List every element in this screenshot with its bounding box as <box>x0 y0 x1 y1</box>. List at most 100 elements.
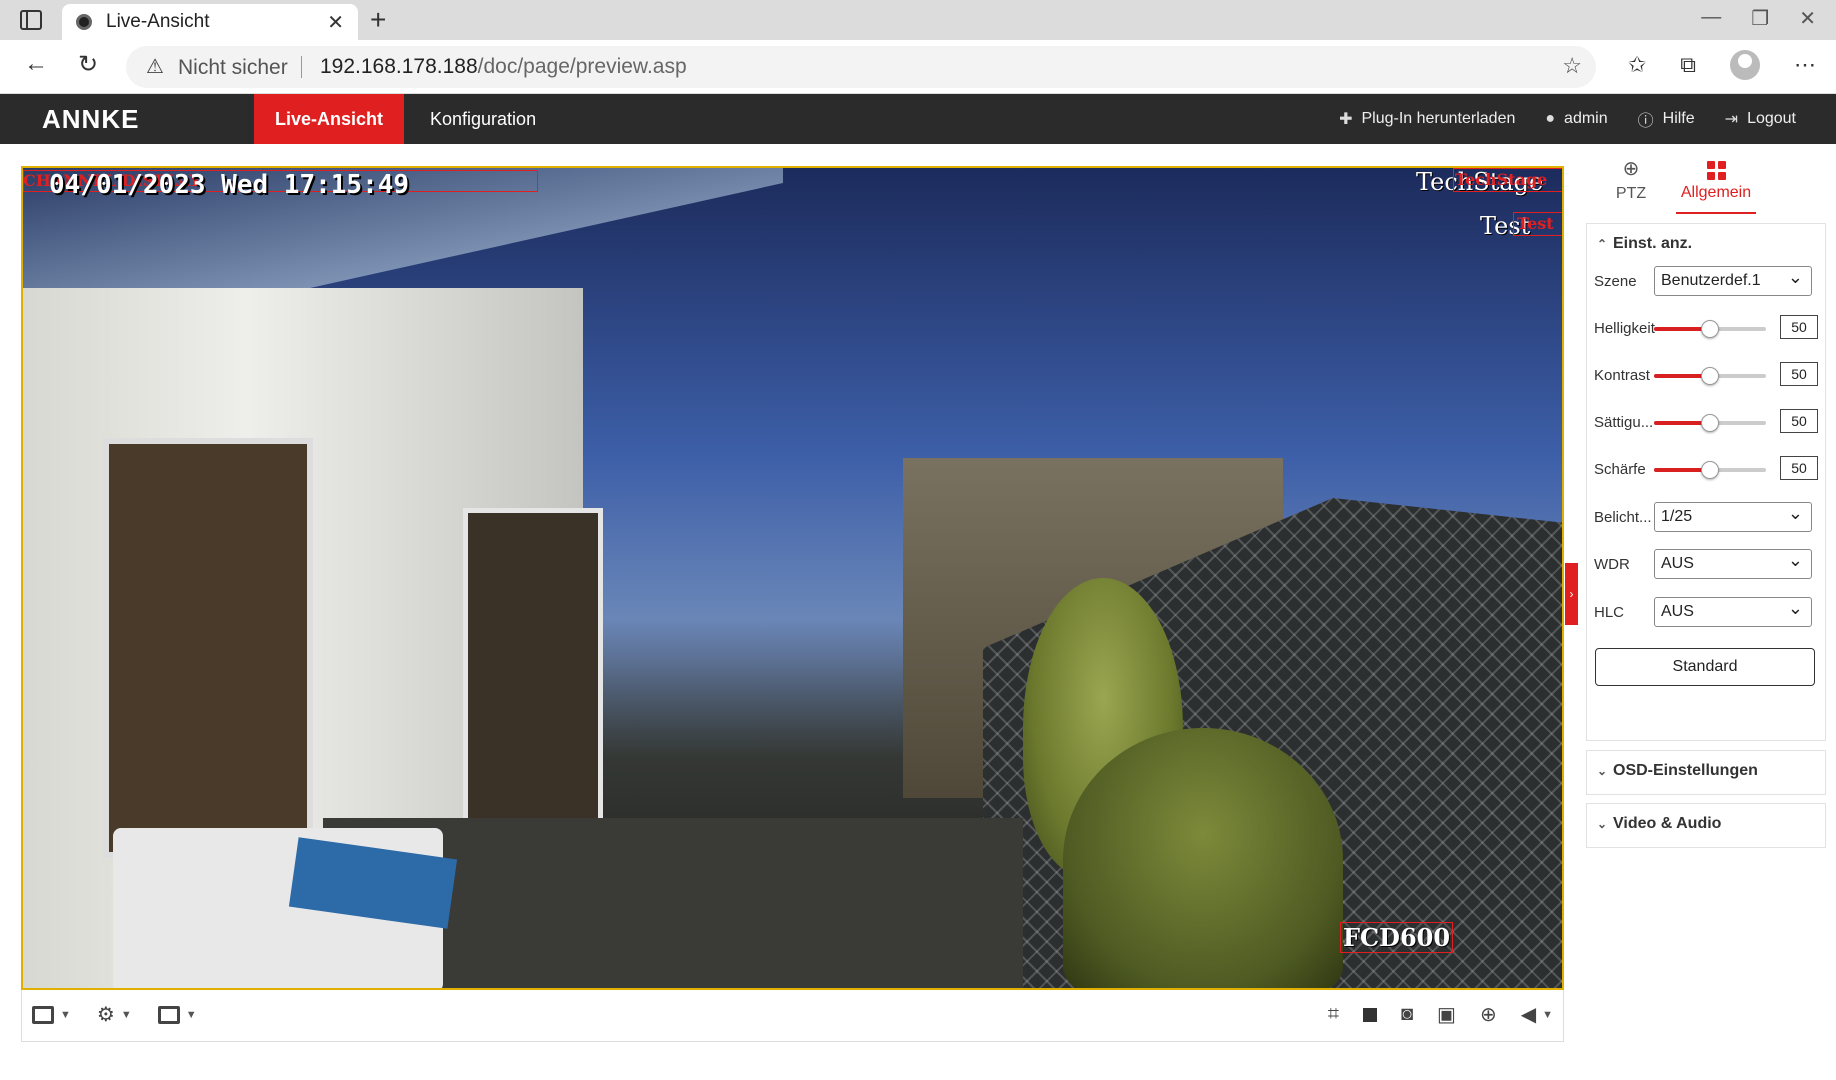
contrast-label: Kontrast <box>1594 366 1650 384</box>
divider <box>301 56 302 78</box>
crop-icon: ⌗ <box>1327 1003 1339 1025</box>
url-host: 192.168.178.188 <box>320 55 478 78</box>
hlc-label: HLC <box>1594 603 1625 621</box>
video-toolbar-left: ▼ ⚙ ▼ ▼ <box>32 1002 197 1027</box>
hlc-select[interactable]: AUS <box>1654 594 1812 627</box>
tab-favicon-icon <box>76 14 92 30</box>
caret-down-icon: ▼ <box>1542 1008 1553 1021</box>
stream-select-button[interactable]: ⚙ ▼ <box>97 1002 132 1027</box>
restore-icon[interactable]: ❐ <box>1751 6 1769 31</box>
brightness-label: Helligkeit <box>1594 319 1655 337</box>
video-audio-section: ⌄ Video & Audio <box>1586 803 1826 848</box>
tab-general[interactable]: Allgemein <box>1666 156 1766 214</box>
standard-button[interactable]: Standard <box>1595 648 1815 686</box>
window-layout-button[interactable]: ▼ <box>32 1005 71 1024</box>
brightness-slider[interactable] <box>1654 320 1766 338</box>
tab-ptz-label: PTZ <box>1615 185 1647 202</box>
url-input[interactable]: ⚠ Nicht sicher 192.168.178.188/doc/page/… <box>126 46 1596 88</box>
caret-down-icon: ▼ <box>60 1008 71 1021</box>
sharpness-slider[interactable] <box>1654 461 1766 479</box>
osd-settings-header[interactable]: ⌄ OSD-Einstellungen <box>1587 751 1825 791</box>
sharpness-value-input[interactable]: 50 <box>1780 456 1818 480</box>
panel-toggle-button[interactable]: › <box>1565 563 1578 625</box>
caret-down-icon: ▼ <box>185 1008 197 1021</box>
zoom-icon: ⊕ <box>1479 1004 1497 1026</box>
not-secure-label[interactable]: Nicht sicher <box>178 56 288 80</box>
brightness-row: Helligkeit 50 <box>1594 313 1818 343</box>
slider-handle[interactable] <box>1701 461 1719 479</box>
snapshot-button[interactable]: ◙ <box>1401 1003 1413 1026</box>
layout-icon <box>32 1005 54 1024</box>
osd-test-red: Test <box>1517 214 1554 233</box>
tab-close-icon[interactable]: ✕ <box>327 10 344 35</box>
contrast-slider[interactable] <box>1654 367 1766 385</box>
collections-icon[interactable]: ⧉ <box>1680 52 1696 78</box>
video-audio-header[interactable]: ⌄ Video & Audio <box>1587 804 1825 844</box>
contrast-value-input[interactable]: 50 <box>1780 362 1818 386</box>
slider-handle[interactable] <box>1701 320 1719 338</box>
user-menu[interactable]: ● admin <box>1545 110 1607 128</box>
chevron-up-icon: ⌃ <box>1597 237 1608 251</box>
nav-configuration[interactable]: Konfiguration <box>430 94 536 144</box>
tab-general-label: Allgemein <box>1680 184 1752 201</box>
crop-button[interactable]: ⌗ <box>1328 1003 1339 1026</box>
stream-icon: ⚙ <box>96 1004 115 1026</box>
nav-live-view[interactable]: Live-Ansicht <box>254 94 404 144</box>
scene-bush-lower <box>1063 728 1343 988</box>
record-button[interactable]: ▣ <box>1437 1002 1456 1027</box>
logout-link[interactable]: ⇥ Logout <box>1725 109 1796 129</box>
favorites-icon[interactable]: ✩ <box>1628 52 1646 78</box>
display-settings-header[interactable]: ⌃ Einst. anz. <box>1587 224 1825 264</box>
tab-actions-icon[interactable] <box>20 10 42 30</box>
grid-icon <box>1706 161 1726 180</box>
header-actions: ✚ Plug-In herunterladen ● admin ⓘ Hilfe ⇥ Lo… <box>1339 94 1796 144</box>
osd-techstage-red: TechStage <box>1455 170 1548 189</box>
wdr-select[interactable]: AUS <box>1654 546 1812 579</box>
osd-settings-title: OSD-Einstellungen <box>1613 762 1758 779</box>
brand-logo: ANNKE <box>42 104 140 134</box>
caret-down-icon: ▼ <box>120 1008 132 1021</box>
slider-handle[interactable] <box>1701 414 1719 432</box>
profile-icon[interactable] <box>1730 50 1760 80</box>
scene-select[interactable]: Benutzerdef.1 <box>1654 263 1812 296</box>
minimize-icon[interactable]: — <box>1701 6 1721 31</box>
brightness-value-input[interactable]: 50 <box>1780 315 1818 339</box>
osd-camera-name: FCD600 <box>1340 922 1454 953</box>
video-toolbar: ▼ ⚙ ▼ ▼ ⌗ ◙ ▣ ⊕ ◀ ▼ <box>21 990 1564 1042</box>
favorite-add-icon[interactable]: ☆ <box>1562 53 1582 79</box>
browser-tab[interactable]: Live-Ansicht ✕ <box>62 4 358 40</box>
audio-button[interactable]: ◀ ▼ <box>1521 1002 1553 1027</box>
scene-label: Szene <box>1594 272 1637 290</box>
camera-icon: ◙ <box>1400 1003 1414 1025</box>
saturation-slider[interactable] <box>1654 414 1766 432</box>
chevron-down-icon: ⌄ <box>1597 817 1608 831</box>
video-audio-title: Video & Audio <box>1613 815 1722 832</box>
saturation-value-input[interactable]: 50 <box>1780 409 1818 433</box>
live-video-feed[interactable]: CHANNEL DISPLAY 04/01/2023 Wed 17:15:49 … <box>21 166 1564 990</box>
back-icon[interactable]: ← <box>24 50 48 78</box>
hlc-row: HLC AUS <box>1594 594 1818 627</box>
reload-icon[interactable]: ↻ <box>78 50 98 79</box>
panel-tabs: ⊕ PTZ Allgemein <box>1586 146 1826 218</box>
warning-icon: ⚠ <box>146 56 164 78</box>
plugin-download-link[interactable]: ✚ Plug-In herunterladen <box>1339 109 1515 129</box>
tab-ptz[interactable]: ⊕ PTZ <box>1606 156 1656 203</box>
exposure-select[interactable]: 1/25 <box>1654 499 1812 532</box>
window-close-icon[interactable]: ✕ <box>1799 6 1816 31</box>
zoom-button[interactable]: ⊕ <box>1480 1002 1497 1027</box>
new-tab-button[interactable]: + <box>370 4 386 36</box>
sharpness-label: Schärfe <box>1594 460 1646 478</box>
tab-title: Live-Ansicht <box>106 11 210 32</box>
address-bar-row: ← ↻ ⚠ Nicht sicher 192.168.178.188/doc/p… <box>0 40 1836 94</box>
stop-button[interactable] <box>1362 1007 1377 1022</box>
help-link[interactable]: ⓘ Hilfe <box>1638 107 1695 131</box>
video-toolbar-right: ⌗ ◙ ▣ ⊕ ◀ ▼ <box>1328 1002 1553 1027</box>
app-header: ANNKE Live-Ansicht Konfiguration ✚ Plug-I… <box>0 94 1836 144</box>
exposure-label: Belicht... <box>1594 508 1652 526</box>
puzzle-icon: ✚ <box>1339 111 1353 128</box>
plugin-select-button[interactable]: ▼ <box>157 1005 197 1024</box>
slider-handle[interactable] <box>1701 367 1719 385</box>
sharpness-row: Schärfe 50 <box>1594 454 1818 484</box>
more-icon[interactable]: ⋯ <box>1794 52 1816 78</box>
contrast-row: Kontrast 50 <box>1594 360 1818 390</box>
